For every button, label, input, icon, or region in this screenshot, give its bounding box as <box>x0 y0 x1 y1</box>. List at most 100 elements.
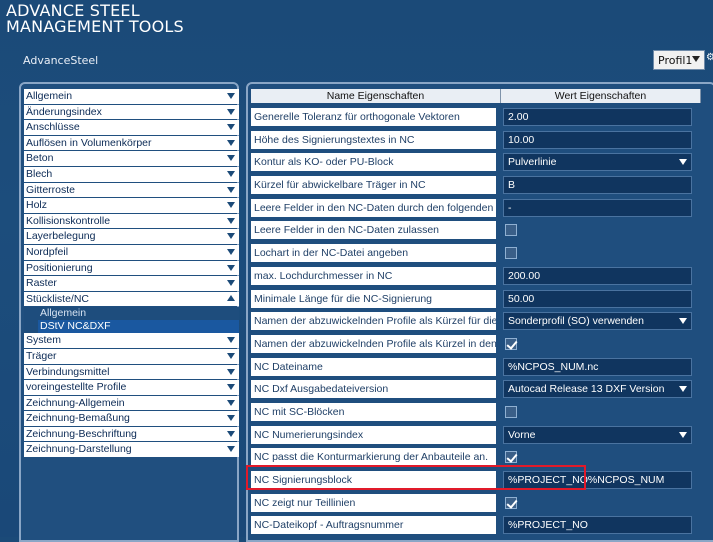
expand-arrow-icon[interactable] <box>227 337 235 344</box>
category-item[interactable]: Änderungsindex <box>24 104 239 120</box>
category-label: Änderungsindex <box>26 105 102 118</box>
category-item[interactable]: Anschlüsse <box>24 120 239 135</box>
property-checkbox[interactable] <box>505 451 517 464</box>
property-dropdown[interactable]: Pulverlinie <box>503 153 692 172</box>
category-item[interactable]: Kollisionskontrolle <box>24 213 239 229</box>
category-item[interactable]: System <box>24 333 239 348</box>
expand-arrow-icon[interactable] <box>227 186 235 193</box>
property-value-input[interactable]: 10.00 <box>503 130 692 149</box>
property-name: NC Numerierungsindex <box>251 425 496 444</box>
category-item[interactable]: Stückliste/NC <box>24 291 239 307</box>
property-name: NC-Dateikopf - Auftragsnummer <box>251 516 496 535</box>
category-label: System <box>26 334 62 347</box>
expand-arrow-icon[interactable] <box>227 446 235 453</box>
expand-arrow-icon[interactable] <box>227 170 235 177</box>
property-row: NC Signierungsblock %PROJECT_NO%NCPOS_NUM <box>251 469 713 492</box>
property-value-input[interactable]: 200.00 <box>503 266 692 285</box>
category-item[interactable]: Positionierung <box>24 260 239 276</box>
expand-arrow-icon[interactable] <box>227 124 235 131</box>
category-item[interactable]: Zeichnung-Allgemein <box>24 395 239 411</box>
property-value: B <box>508 179 516 192</box>
property-value-input[interactable]: B <box>503 176 692 195</box>
expand-arrow-icon[interactable] <box>227 108 235 115</box>
property-dropdown[interactable]: Vorne <box>503 425 692 444</box>
category-item[interactable]: Träger <box>24 348 239 364</box>
expand-arrow-icon[interactable] <box>227 139 235 146</box>
chevron-down-icon <box>679 386 687 393</box>
category-item[interactable]: Raster <box>24 276 239 291</box>
property-row: Höhe des Signierungstextes in NC 10.00 <box>251 129 713 152</box>
property-name: NC Dateiname <box>251 357 496 376</box>
category-item[interactable]: Layerbelegung <box>24 229 239 244</box>
collapse-arrow-icon[interactable] <box>227 294 235 301</box>
property-checkbox[interactable] <box>505 224 517 237</box>
category-item[interactable]: voreingestellte Profile <box>24 380 239 395</box>
category-label: Allgemein <box>26 90 73 102</box>
expand-arrow-icon[interactable] <box>227 155 235 162</box>
category-item[interactable]: Zeichnung-Bemaßung <box>24 411 239 426</box>
category-item[interactable]: Nordpfeil <box>24 244 239 260</box>
property-checkbox[interactable] <box>505 405 517 418</box>
expand-arrow-icon[interactable] <box>227 384 235 391</box>
expand-arrow-icon[interactable] <box>227 248 235 255</box>
expand-arrow-icon[interactable] <box>227 264 235 271</box>
property-value-input[interactable]: 50.00 <box>503 289 692 308</box>
category-item[interactable]: Allgemein <box>24 89 239 104</box>
property-name: NC passt die Konturmarkierung der Anbaut… <box>251 448 496 467</box>
header-name-column[interactable]: Name Eigenschaften <box>251 89 501 103</box>
property-value-input[interactable]: %PROJECT_NO%NCPOS_NUM <box>503 471 692 489</box>
property-name: Kürzel für abwickelbare Träger in NC <box>251 176 496 195</box>
property-checkbox[interactable] <box>505 496 517 509</box>
property-name: Generelle Toleranz für orthogonale Vekto… <box>251 108 496 126</box>
property-value: Pulverlinie <box>508 156 557 169</box>
profile-options-icon[interactable]: ⚙ <box>706 52 713 68</box>
expand-arrow-icon[interactable] <box>227 368 235 375</box>
category-label: Auflösen in Volumenkörper <box>26 136 152 149</box>
category-item[interactable]: Holz <box>24 198 239 213</box>
category-item[interactable]: Zeichnung-Beschriftung <box>24 426 239 442</box>
property-value-input[interactable]: 2.00 <box>503 108 692 126</box>
property-checkbox[interactable] <box>505 247 517 260</box>
category-label: Raster <box>26 277 57 290</box>
category-item[interactable]: Gitterroste <box>24 182 239 198</box>
property-value: %NCPOS_NUM.nc <box>508 360 599 373</box>
category-item[interactable]: Verbindungsmittel <box>24 364 239 380</box>
category-panel: Allgemein Änderungsindex Anschlüsse Auflöse… <box>19 82 239 542</box>
expand-arrow-icon[interactable] <box>227 233 235 240</box>
property-value-input[interactable]: %NCPOS_NUM.nc <box>503 357 692 376</box>
property-value-input[interactable]: %PROJECT_NO <box>503 516 692 535</box>
subcategory-item[interactable]: Allgemein <box>24 307 239 320</box>
expand-arrow-icon[interactable] <box>227 93 235 99</box>
property-dropdown[interactable]: Sonderprofil (SO) verwenden <box>503 312 692 331</box>
category-item[interactable]: Zeichnung-Darstellung <box>24 442 239 458</box>
category-item[interactable]: Auflösen in Volumenkörper <box>24 135 239 151</box>
property-row: NC Numerierungsindex Vorne <box>251 424 713 447</box>
category-item[interactable]: Blech <box>24 166 239 182</box>
property-row: NC Dxf Ausgabedateiversion Autocad Releas… <box>251 378 713 401</box>
property-value: 10.00 <box>508 133 535 146</box>
property-row: Generelle Toleranz für orthogonale Vekto… <box>251 106 713 129</box>
expand-arrow-icon[interactable] <box>227 217 235 224</box>
property-value-input[interactable]: - <box>503 198 692 217</box>
category-item[interactable]: Beton <box>24 151 239 166</box>
expand-arrow-icon[interactable] <box>227 202 235 209</box>
expand-arrow-icon[interactable] <box>227 280 235 287</box>
property-row: NC zeigt nur Teillinien <box>251 492 713 515</box>
category-label: Holz <box>26 199 48 212</box>
expand-arrow-icon[interactable] <box>227 430 235 437</box>
profile-dropdown[interactable]: Profil1 <box>653 50 705 70</box>
expand-arrow-icon[interactable] <box>227 415 235 422</box>
expand-arrow-icon[interactable] <box>227 352 235 359</box>
property-checkbox[interactable] <box>505 337 517 350</box>
property-name: NC zeigt nur Teillinien <box>251 493 496 512</box>
property-name: Kontur als KO- oder PU-Block <box>251 153 496 172</box>
property-dropdown[interactable]: Autocad Release 13 DXF Version <box>503 380 692 399</box>
category-label: Kollisionskontrolle <box>26 214 111 227</box>
expand-arrow-icon[interactable] <box>227 399 235 406</box>
property-value: %PROJECT_NO <box>508 519 588 532</box>
property-row: Kontur als KO- oder PU-Block Pulverlinie <box>251 151 713 174</box>
category-label: Nordpfeil <box>26 245 69 258</box>
subcategory-item[interactable]: DStV NC&DXF <box>38 320 239 334</box>
header-value-column[interactable]: Wert Eigenschaften <box>501 89 701 103</box>
category-label: Zeichnung-Darstellung <box>26 443 132 456</box>
